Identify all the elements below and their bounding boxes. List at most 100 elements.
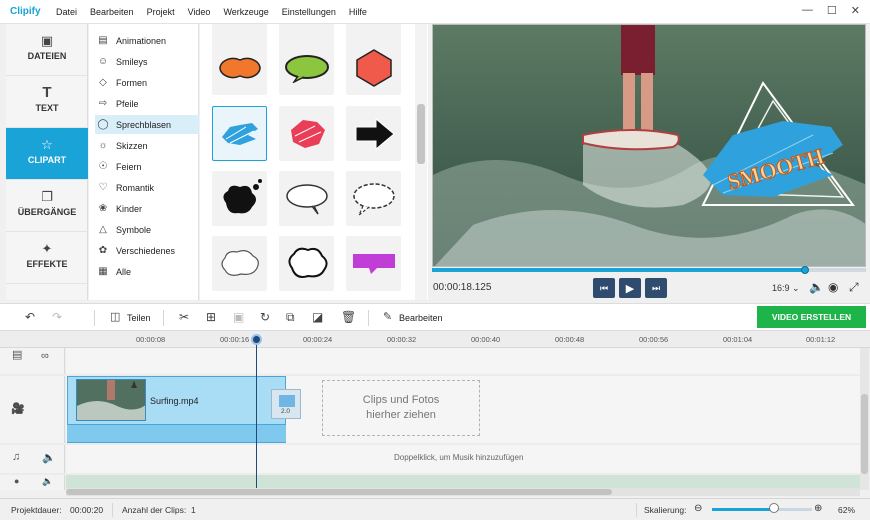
clipart-purple-label[interactable] (346, 236, 401, 291)
crop-icon[interactable]: ⊞ (206, 310, 216, 324)
clipart-cloud-black-outline[interactable] (279, 236, 334, 291)
track-header-music: ♫ 🔈 (0, 445, 65, 473)
clipart-cloud-outline[interactable] (212, 236, 267, 291)
menu-hilfe[interactable]: Hilfe (349, 7, 367, 17)
menu-einstellungen[interactable]: Einstellungen (282, 7, 336, 17)
orange-bubble-icon (218, 57, 261, 78)
playhead-handle[interactable] (251, 334, 262, 345)
split-icon[interactable]: ◫ (110, 310, 120, 323)
preview-seekbar-handle[interactable] (801, 266, 809, 274)
nav-dateien[interactable]: ▣ DATEIEN (6, 24, 88, 76)
category-sprechblasen[interactable]: ◯ Sprechblasen (95, 115, 199, 134)
edit-button[interactable]: Bearbeiten (399, 313, 443, 323)
clipart-black-arrow[interactable] (346, 106, 401, 161)
close-icon[interactable]: ✕ (851, 4, 860, 17)
menu-werkzeuge[interactable]: Werkzeuge (223, 7, 268, 17)
fullscreen-icon[interactable]: ⤢ (849, 280, 859, 295)
speaker-icon[interactable]: 🔈 (42, 451, 56, 464)
toolbar-divider (94, 310, 95, 326)
text-track[interactable] (66, 348, 860, 374)
menu-video[interactable]: Video (188, 7, 211, 17)
skip-back-icon[interactable]: ⏮ (593, 278, 615, 298)
menu-bearbeiten[interactable]: Bearbeiten (90, 7, 134, 17)
ruler-tick: 00:00:08 (136, 335, 166, 344)
clips-count-value: 1 (191, 505, 196, 515)
celebrate-icon: ☉ (98, 161, 108, 172)
link-icon[interactable]: ∞ (41, 350, 49, 362)
category-skizzen[interactable]: ☼ Skizzen (95, 136, 199, 155)
maximize-icon[interactable]: ☐ (827, 4, 837, 17)
menu-datei[interactable]: Datei (56, 7, 77, 17)
category-kinder[interactable]: ❀ Kinder (95, 199, 199, 218)
timeline-horizontal-scrollbar-thumb[interactable] (66, 489, 612, 495)
speaker-icon[interactable]: 🔈 (42, 476, 53, 487)
clip-dropzone[interactable]: Clips und Fotos hierher ziehen (322, 380, 480, 436)
nav-label: DATEIEN (27, 51, 67, 61)
zoom-out-icon[interactable]: ⊖ (694, 503, 702, 514)
clipart-speech-outline[interactable] (279, 171, 334, 226)
camera-icon[interactable]: ◉ (828, 280, 838, 294)
nav-clipart[interactable]: ☆ CLIPART (6, 128, 88, 180)
clipart-green-bubble[interactable] (279, 40, 334, 95)
category-label: Alle (116, 266, 132, 277)
zoom-in-icon[interactable]: ⊕ (814, 503, 822, 514)
nav-label: EFFEKTE (26, 259, 68, 269)
play-icon[interactable]: ▶ (619, 278, 641, 298)
nav-effekte[interactable]: ✦ EFFEKTE (6, 232, 88, 284)
delete-icon[interactable]: 🗑 (341, 310, 356, 324)
skip-forward-icon[interactable]: ⏭ (645, 278, 667, 298)
clipart-blue-splash[interactable] (212, 106, 267, 161)
split-button[interactable]: Teilen (127, 313, 151, 323)
text-icon: T (42, 84, 52, 101)
create-video-button[interactable]: VIDEO ERSTELLEN (757, 306, 866, 328)
nav-text[interactable]: T TEXT (6, 76, 88, 128)
category-label: Smileys (116, 56, 148, 67)
text-track-icon: ▤ (12, 349, 23, 361)
insert-icon[interactable]: ◪ (312, 310, 323, 324)
redo-icon[interactable]: ↷ (52, 310, 62, 324)
rotate-icon[interactable]: ↻ (260, 310, 270, 324)
category-formen[interactable]: ◇ Formen (95, 73, 199, 92)
ruler-tick: 00:01:04 (723, 335, 753, 344)
category-alle[interactable]: ▦ Alle (95, 262, 199, 281)
transition-icon: ❐ (41, 189, 53, 204)
purple-label-icon (352, 253, 395, 274)
timeline-ruler[interactable]: 00:00:08 00:00:16 00:00:24 00:00:32 00:0… (0, 331, 870, 348)
category-pfeile[interactable]: ⇨ Pfeile (95, 94, 199, 113)
clipart-scrollbar-thumb[interactable] (417, 104, 425, 164)
aspect-ratio-select[interactable]: 16:9 ⌄ (772, 283, 800, 294)
effects-icon[interactable]: ▣ (233, 310, 244, 324)
category-animationen[interactable]: ▤ Animationen (95, 31, 199, 50)
category-symbole[interactable]: △ Symbole (95, 220, 199, 239)
replace-icon[interactable]: ⧉ (286, 310, 295, 325)
category-feiern[interactable]: ☉ Feiern (95, 157, 199, 176)
transition-icon (279, 395, 295, 407)
transition-block[interactable]: 2.0 (271, 389, 301, 419)
undo-icon[interactable]: ↶ (25, 310, 35, 324)
clip-name: Surfing.mp4 (150, 396, 199, 406)
category-label: Pfeile (116, 98, 139, 109)
category-romantik[interactable]: ♡ Romantik (95, 178, 199, 197)
category-smileys[interactable]: ☺ Smileys (95, 52, 199, 71)
clipart-thought-black[interactable] (212, 171, 267, 226)
category-label: Romantik (116, 182, 155, 193)
clipart-speech-dashed[interactable] (346, 171, 401, 226)
menu-projekt[interactable]: Projekt (147, 7, 175, 17)
category-verschiedenes[interactable]: ✿ Verschiedenes (95, 241, 199, 260)
clip-audio-strip[interactable] (67, 424, 286, 442)
toolbar-divider (163, 310, 164, 326)
timeline-vertical-scrollbar-thumb[interactable] (861, 394, 868, 474)
clipart-orange-bubble[interactable] (212, 40, 267, 95)
clipart-red-hexagon[interactable] (346, 40, 401, 95)
ruler-tick: 00:00:40 (471, 335, 501, 344)
ruler-tick: 00:00:56 (639, 335, 669, 344)
title-bar: Clipify Datei Bearbeiten Projekt Video W… (0, 0, 870, 24)
nav-uebergaenge[interactable]: ❐ ÜBERGÄNGE (6, 180, 88, 232)
minimize-icon[interactable]: — (802, 4, 813, 17)
volume-icon[interactable]: 🔈 (809, 280, 824, 294)
video-preview[interactable]: SMOOTH (432, 24, 866, 267)
scissors-icon[interactable]: ✂ (179, 310, 189, 324)
edit-icon[interactable]: ✎ (383, 310, 392, 323)
clipart-red-splash[interactable] (279, 106, 334, 161)
zoom-slider-handle[interactable] (769, 503, 779, 513)
